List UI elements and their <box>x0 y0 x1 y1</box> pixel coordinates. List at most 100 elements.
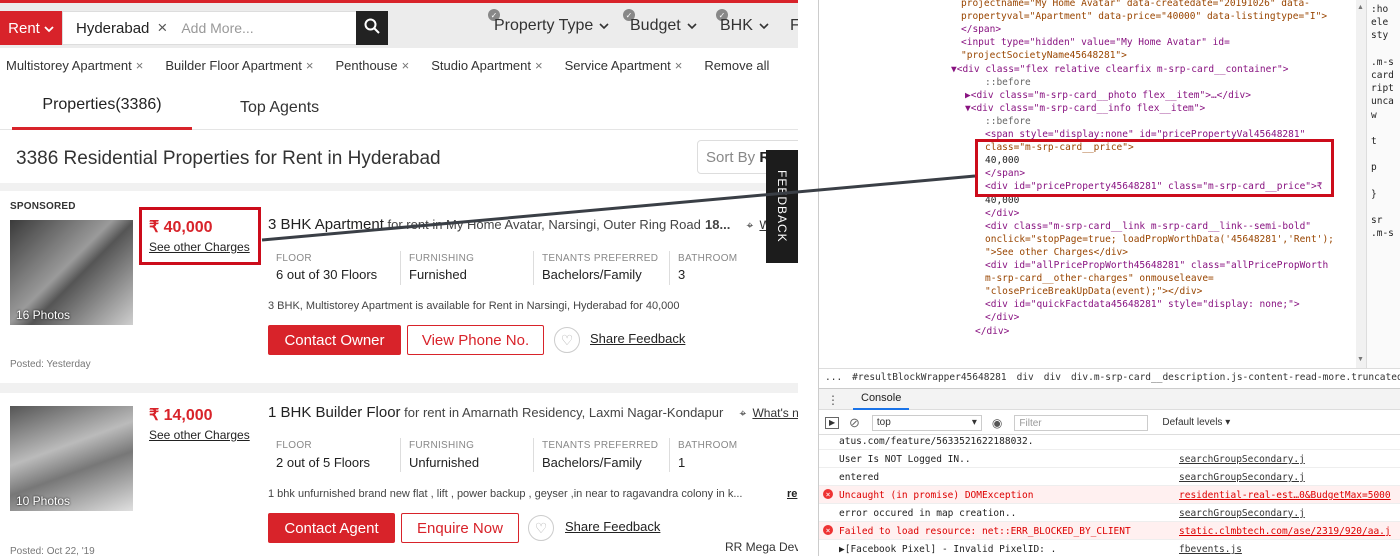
console-source-link[interactable]: searchGroupSecondary.j <box>1179 508 1305 519</box>
close-icon[interactable]: × <box>675 58 683 73</box>
clear-console-icon[interactable]: ⊘ <box>849 415 860 431</box>
scrollbar[interactable]: ▲ ▼ <box>1356 0 1366 368</box>
close-icon[interactable]: × <box>306 58 314 73</box>
listing-title[interactable]: 1 BHK Builder Floor for rent in Amarnath… <box>268 404 798 421</box>
context-value: top <box>876 417 891 428</box>
property-photo[interactable]: 10 Photos <box>10 406 133 511</box>
dom-node-line[interactable]: <input type="hidden" value="My Home Avat… <box>961 37 1230 48</box>
breadcrumb-item[interactable]: #resultBlockWrapper45648281 <box>852 372 1006 383</box>
console-source-link[interactable]: fbevents.js <box>1179 544 1242 555</box>
highlight-box <box>975 139 1334 197</box>
console-log-row: ▶[Facebook Pixel] - Invalid PixelID: . fb… <box>819 540 1400 556</box>
dom-node-line[interactable]: </span> <box>961 24 1001 35</box>
dom-node-line[interactable]: <div class="m-srp-card__link m-srp-card_… <box>985 221 1311 232</box>
dom-node-line[interactable]: ::before <box>985 77 1031 88</box>
bhk-filter[interactable]: BHK <box>720 17 769 35</box>
console-source-link[interactable]: searchGroupSecondary.j <box>1179 472 1305 483</box>
filter-input[interactable]: Filter <box>1014 414 1149 431</box>
dom-node-line[interactable]: ::before <box>985 116 1031 127</box>
error-icon: × <box>823 489 833 499</box>
drawer-tabs: ⋮ Console <box>819 388 1400 410</box>
dom-node-line[interactable]: "closePriceBreakUpData(event);"></div> <box>985 286 1202 297</box>
dom-node-line[interactable]: ">See other Charges</div> <box>985 247 1128 258</box>
dom-node-line[interactable]: </div> <box>985 312 1019 323</box>
context-select[interactable]: top ▾ <box>871 414 982 431</box>
console-source-link[interactable]: residential-real-est…0&BudgetMax=5000 <box>1179 490 1391 501</box>
location-search-field[interactable]: Hyderabad × Add More... <box>62 11 358 45</box>
location-pin-icon[interactable]: ⌖ <box>747 218 754 232</box>
tab-properties[interactable]: Properties(3386) <box>12 82 192 130</box>
breadcrumb-item[interactable]: div.m-srp-card__description.js-content-r… <box>1071 372 1400 383</box>
remove-all-link[interactable]: Remove all <box>704 58 769 73</box>
filter-chip[interactable]: Service Apartment × <box>565 58 683 73</box>
dom-node-line[interactable]: propertyval="Apartment" data-price="4000… <box>961 11 1327 22</box>
tab-top-agents[interactable]: Top Agents <box>240 99 319 117</box>
contact-owner-button[interactable]: Contact Owner <box>268 325 401 355</box>
eye-icon[interactable]: ◉ <box>992 416 1002 430</box>
dom-node-line[interactable]: "projectSocietyName45648281"> <box>961 50 1127 61</box>
breadcrumb-item[interactable]: div <box>1017 372 1034 383</box>
dom-node-line[interactable]: <div id="quickFactdata45648281" style="d… <box>985 299 1300 310</box>
chevron-down-icon <box>759 22 769 29</box>
scroll-up-icon[interactable]: ▲ <box>1357 4 1365 12</box>
feedback-tab[interactable]: FEEDBACK <box>766 150 798 263</box>
dom-node-line[interactable]: onclick="stopPage=true; loadPropWorthDat… <box>985 234 1334 245</box>
heart-icon[interactable]: ♡ <box>528 515 554 541</box>
console-source-link[interactable]: searchGroupSecondary.j <box>1179 454 1305 465</box>
add-more-input[interactable]: Add More... <box>181 20 253 36</box>
close-icon[interactable]: × <box>402 58 410 73</box>
title-extra: 18... <box>705 217 731 232</box>
style-rule-fragment: unca <box>1371 96 1394 108</box>
view-phone-button[interactable]: View Phone No. <box>407 325 544 355</box>
search-button[interactable] <box>356 11 388 45</box>
price: ₹ 40,000 <box>149 219 213 236</box>
fact-value: 2 out of 5 Floors <box>276 455 370 470</box>
posted-date: Posted: Yesterday <box>10 359 91 370</box>
dom-node-line[interactable]: ▶<div class="m-srp-card__photo flex__ite… <box>965 90 1251 101</box>
contact-agent-button[interactable]: Contact Agent <box>268 513 395 543</box>
dom-node-line[interactable]: projectname="My Home Avatar" data-create… <box>961 0 1310 9</box>
fact-value: Unfurnished <box>409 455 480 470</box>
scroll-down-icon[interactable]: ▼ <box>1357 356 1365 364</box>
filter-chip[interactable]: Multistorey Apartment × <box>6 58 143 73</box>
dom-node-line[interactable]: ▼<div class="flex relative clearfix m-sr… <box>951 64 1288 75</box>
see-other-charges-link[interactable]: See other Charges <box>149 428 250 442</box>
share-feedback-link[interactable]: Share Feedback <box>590 331 685 346</box>
dom-node-line[interactable]: </div> <box>975 326 1009 337</box>
dom-node-line[interactable]: </div> <box>985 208 1019 219</box>
share-feedback-link[interactable]: Share Feedback <box>565 519 660 534</box>
see-other-charges-link[interactable]: See other Charges <box>149 240 250 254</box>
dom-node-line[interactable]: m-srp-card__other-charges" onmouseleave= <box>985 273 1214 284</box>
listing-description: 1 bhk unfurnished brand new flat , lift … <box>268 488 743 500</box>
property-photo[interactable]: 16 Photos <box>10 220 133 325</box>
rent-dropdown[interactable]: Rent <box>0 11 62 45</box>
close-icon[interactable]: × <box>535 58 543 73</box>
sidebar-toggle-icon[interactable]: ▶ <box>825 416 839 429</box>
breadcrumb-item[interactable]: ... <box>825 372 842 383</box>
heart-icon[interactable]: ♡ <box>554 327 580 353</box>
listing-title[interactable]: 3 BHK Apartment for rent in My Home Avat… <box>268 216 771 233</box>
enquire-now-button[interactable]: Enquire Now <box>401 513 519 543</box>
filter-chip[interactable]: Penthouse × <box>335 58 409 73</box>
more-filter[interactable]: F <box>790 17 798 35</box>
breadcrumb-item[interactable]: div <box>1044 372 1061 383</box>
filter-label: BHK <box>720 17 753 34</box>
budget-filter[interactable]: Budget <box>630 17 697 35</box>
filter-chip[interactable]: Studio Apartment × <box>431 58 542 73</box>
read-more-link[interactable]: re <box>787 488 797 500</box>
tab-console[interactable]: Console <box>853 388 910 410</box>
title-text: 3 BHK Apartment <box>268 216 384 233</box>
chevron-down-icon: ▾ <box>971 417 977 428</box>
more-icon[interactable]: ⋮ <box>827 393 839 407</box>
close-icon[interactable]: × <box>136 58 144 73</box>
dom-node-line[interactable]: <div id="allPricePropWorth45648281" clas… <box>985 260 1328 271</box>
console-log-row: atus.com/feature/5633521622188032. <box>819 432 1400 450</box>
remove-city-icon[interactable]: × <box>157 18 167 38</box>
location-link[interactable]: What's n <box>752 406 798 420</box>
levels-dropdown[interactable]: Default levels ▾ <box>1162 417 1230 428</box>
filter-chip[interactable]: Builder Floor Apartment × <box>165 58 313 73</box>
console-source-link[interactable]: static.clmbtech.com/ase/2319/920/aa.j <box>1179 526 1391 537</box>
location-pin-icon[interactable]: ⌖ <box>740 406 747 420</box>
property-type-filter[interactable]: Property Type <box>494 17 609 35</box>
dom-node-line[interactable]: ▼<div class="m-srp-card__info flex__item… <box>965 103 1205 114</box>
